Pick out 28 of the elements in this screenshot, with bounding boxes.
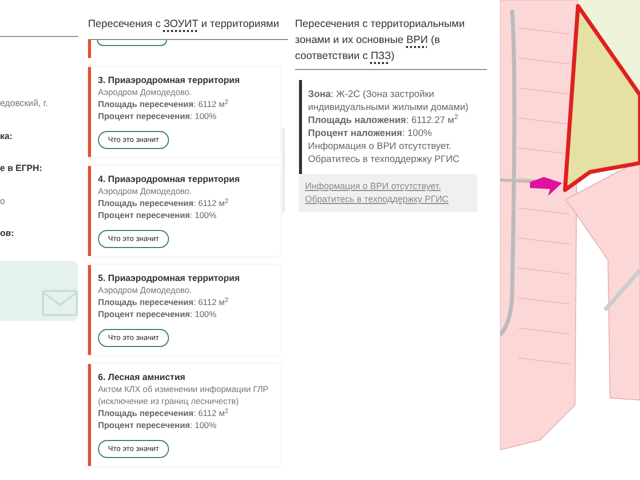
card-description: Актом КЛХ об изменении информации ГЛР (исключение из границ лесничеств) [98,382,270,407]
card-title: 3. Приаэродромная территория [98,74,241,86]
card-description: Аэродром Домодедово. [98,284,193,296]
card-title: 5. Приаэродромная территория [98,272,241,284]
percent-text: Процент пересечения: 100% [98,208,218,221]
envelope-icon [42,290,78,316]
percent-text: Процент пересечения: 100% [98,110,218,122]
zones-title: Пересечения с территориальными зонами и их основные ВРИ (в соответствии с ПЗЗ) [295,0,487,70]
card-title: 4. Приаэродромная территория [98,172,241,185]
area-text: Площадь пересечения: 6112 м$^{2}$ [98,406,230,419]
info-text: ка: [0,130,14,142]
zone-text: Зона: Ж-2С (Зона застройки индивидуальными жилыми домами) [308,88,470,114]
button-edge [97,40,167,46]
area-text: Площадь пересечения: 6112 м$^{2}$ [98,98,230,110]
info-text: о [0,194,6,208]
info-text: ов: [0,227,16,240]
card-description: Аэродром Домодедово. [98,86,193,98]
percent-text: Процент пересечения: 100% [98,308,218,320]
card-title: 6. Лесная амнистия [98,370,186,383]
area-text: Площадь пересечения: 6112 м$^{2}$ [98,196,230,209]
percent-text: Процент наложения: 100% [308,127,433,140]
info-text: едовский, г. [0,97,49,110]
info-text: е в ЕГРН: [0,162,44,175]
area-text: Площадь наложения: 6112.27 м$^{2}$ [308,114,460,127]
vri-note: Информация о ВРИ отсутствует. Обратитесь в техподдержку РГИС [308,140,461,166]
percent-text: Процент пересечения: 100% [98,418,218,431]
card-description: Аэродром Домодедово. [98,184,193,197]
area-text: Площадь пересечения: 6112 м$^{2}$ [98,296,230,308]
